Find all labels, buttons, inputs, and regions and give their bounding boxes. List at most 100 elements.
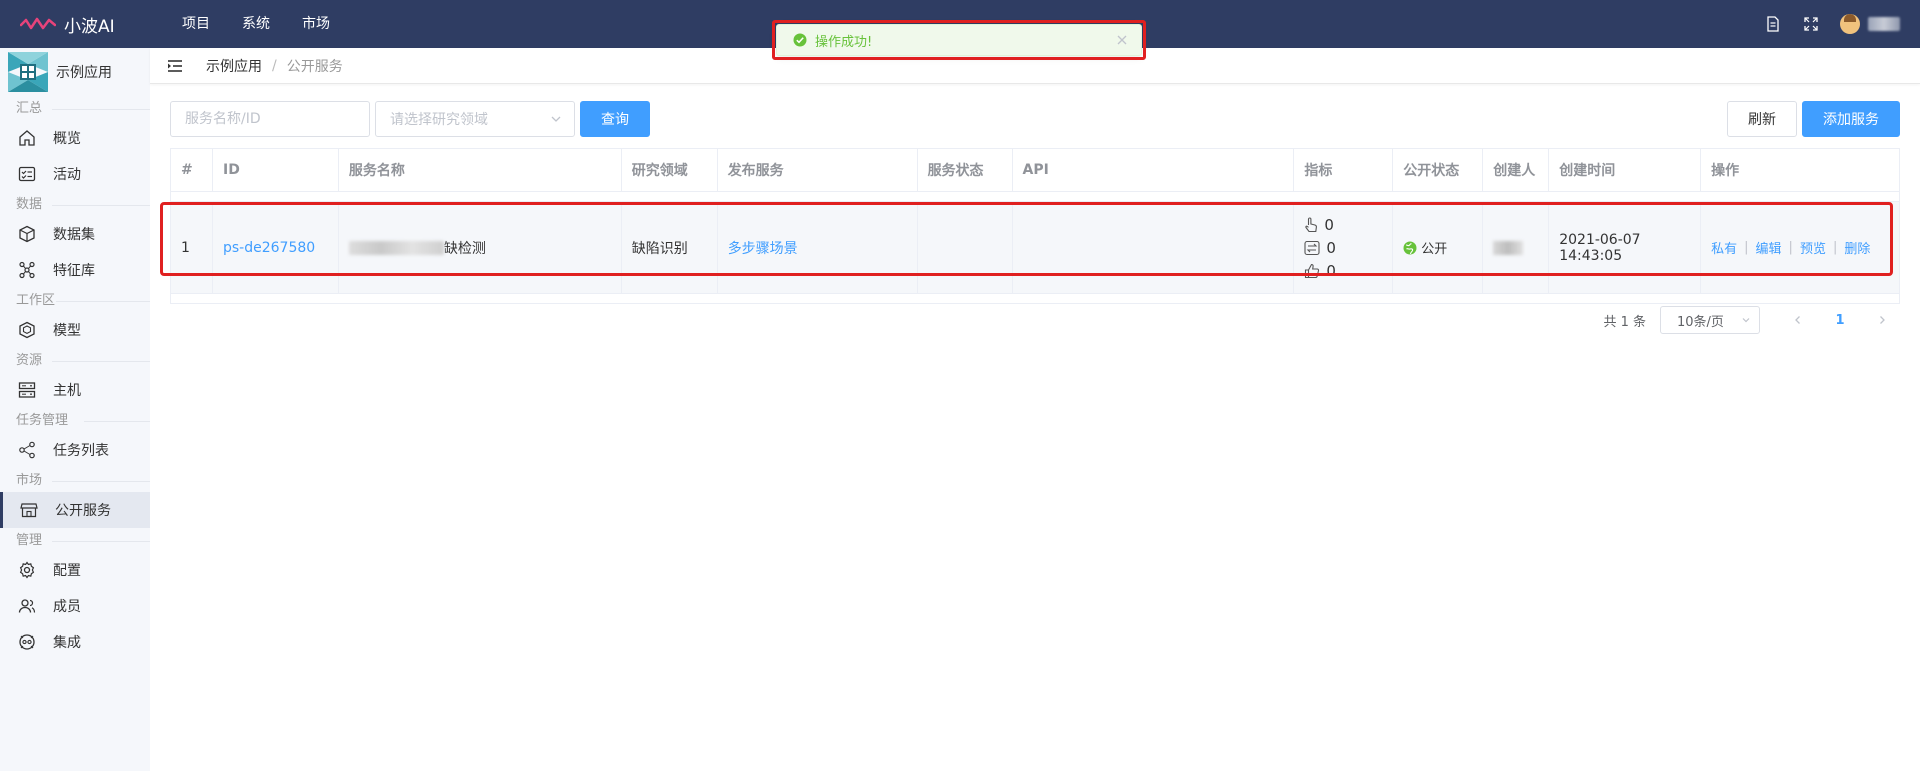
chevron-right-icon — [1880, 316, 1885, 324]
document-icon[interactable] — [1764, 15, 1782, 33]
col-header-index: # — [171, 149, 213, 192]
sidebar: 示例应用 汇总 概览 活动 数据 数据集 特征库 工作区 模型 资源 主机 任务… — [0, 48, 150, 771]
prev-page-button[interactable] — [1782, 306, 1814, 334]
add-service-button[interactable]: 添加服务 — [1802, 101, 1900, 137]
top-right-tools — [1744, 0, 1900, 48]
nav-item-market[interactable]: 市场 — [286, 0, 346, 48]
close-icon[interactable] — [1115, 33, 1129, 47]
group-title-summary: 汇总 — [0, 98, 150, 120]
app-title: 小波AI — [64, 16, 115, 37]
chevron-left-icon — [1795, 316, 1800, 324]
group-title-data: 数据 — [0, 194, 150, 216]
network-icon — [18, 261, 36, 279]
col-header-publish: 发布服务 — [717, 149, 918, 192]
nav-item-project[interactable]: 项目 — [166, 0, 226, 48]
col-header-name: 服务名称 — [338, 149, 622, 192]
ops-separator: | — [1788, 240, 1793, 255]
store-icon — [20, 501, 38, 519]
top-nav: 项目 系统 市场 — [166, 0, 346, 48]
services-table: # ID 服务名称 研究领域 发布服务 服务状态 API 指标 公开状态 创建人… — [170, 148, 1900, 304]
sidebar-item-label: 数据集 — [53, 227, 95, 243]
breadcrumb-app[interactable]: 示例应用 — [206, 56, 262, 76]
breadcrumb-current: 公开服务 — [286, 58, 343, 75]
sidebar-item-label: 特征库 — [53, 263, 95, 279]
sidebar-item-hosts[interactable]: 主机 — [0, 372, 150, 408]
wave-logo-icon — [20, 17, 56, 30]
model-cube-icon — [18, 321, 36, 339]
service-name-blurred — [348, 240, 444, 255]
cell-id: ps-de267580 — [212, 202, 339, 294]
cell-publish: 多步骤场景 — [717, 202, 918, 294]
col-header-metrics: 指标 — [1294, 149, 1394, 192]
col-header-creator: 创建人 — [1483, 149, 1550, 192]
nav-item-system[interactable]: 系统 — [226, 0, 286, 48]
sidebar-item-members[interactable]: 成员 — [0, 588, 150, 624]
service-id-link[interactable]: ps-de267580 — [223, 240, 315, 256]
avatar[interactable] — [1840, 14, 1860, 34]
preview-link[interactable]: 预览 — [1800, 238, 1826, 257]
publish-service-link[interactable]: 多步骤场景 — [728, 238, 798, 258]
service-search-input[interactable] — [170, 101, 370, 137]
username-blurred[interactable] — [1868, 17, 1900, 31]
cell-status — [917, 202, 1013, 294]
app-logo-icon — [8, 52, 48, 92]
service-name-suffix: 缺检测 — [443, 240, 486, 257]
group-title-workspace: 工作区 — [0, 290, 150, 312]
page-size-value: 10条/页 — [1677, 314, 1724, 330]
metric-clicks-value: 0 — [1324, 215, 1334, 234]
integration-icon — [18, 633, 36, 651]
cell-public-status: 公开 — [1393, 202, 1484, 294]
sidebar-item-label: 配置 — [53, 563, 81, 579]
group-title-market: 市场 — [0, 470, 150, 492]
sidebar-item-label: 概览 — [53, 131, 81, 147]
sidebar-item-activity[interactable]: 活动 — [0, 156, 150, 192]
sidebar-item-overview[interactable]: 概览 — [0, 120, 150, 156]
col-header-api: API — [1012, 149, 1295, 192]
cell-creator — [1483, 202, 1550, 294]
breadcrumb-separator: / — [272, 57, 277, 74]
fullscreen-icon[interactable] — [1802, 15, 1820, 33]
sidebar-item-feature-store[interactable]: 特征库 — [0, 252, 150, 288]
table-spacer — [171, 294, 1900, 304]
col-header-created-at: 创建时间 — [1549, 149, 1702, 192]
sidebar-item-settings[interactable]: 配置 — [0, 552, 150, 588]
metric-likes-value: 0 — [1326, 261, 1336, 280]
menu-fold-icon[interactable] — [166, 57, 184, 75]
logo[interactable]: 小波AI — [20, 12, 146, 37]
share-nodes-icon — [18, 441, 36, 459]
make-private-link[interactable]: 私有 — [1711, 238, 1737, 257]
chevron-down-icon — [551, 116, 561, 122]
gear-icon — [18, 561, 36, 579]
sidebar-app-header[interactable]: 示例应用 — [0, 48, 150, 96]
home-icon — [18, 129, 36, 147]
creator-blurred — [1493, 240, 1524, 255]
sidebar-app-name: 示例应用 — [56, 65, 112, 81]
sidebar-item-public-services[interactable]: 公开服务 — [0, 492, 150, 528]
cell-domain: 缺陷识别 — [621, 202, 718, 294]
pagination: 共 1 条 10条/页 1 — [1603, 306, 1900, 334]
col-header-status: 服务状态 — [917, 149, 1013, 192]
page-number-current[interactable]: 1 — [1824, 306, 1856, 334]
sidebar-item-label: 公开服务 — [55, 503, 111, 519]
next-page-button[interactable] — [1866, 306, 1898, 334]
success-toast: 操作成功! — [776, 24, 1142, 56]
public-status: 公开 — [1403, 238, 1447, 257]
sidebar-item-label: 成员 — [53, 599, 81, 615]
thumbs-up-icon — [1305, 263, 1320, 278]
page-size-select[interactable]: 10条/页 — [1660, 306, 1760, 334]
refresh-button[interactable]: 刷新 — [1727, 101, 1797, 137]
sidebar-item-integration[interactable]: 集成 — [0, 624, 150, 660]
sidebar-item-task-list[interactable]: 任务列表 — [0, 432, 150, 468]
sidebar-item-label: 模型 — [53, 323, 81, 339]
metric-likes: 0 — [1304, 259, 1336, 282]
research-domain-select[interactable]: 请选择研究领域 — [375, 101, 575, 137]
sidebar-item-datasets[interactable]: 数据集 — [0, 216, 150, 252]
cell-api — [1012, 202, 1295, 294]
edit-link[interactable]: 编辑 — [1756, 238, 1782, 257]
sidebar-item-models[interactable]: 模型 — [0, 312, 150, 348]
delete-link[interactable]: 删除 — [1844, 238, 1870, 257]
cell-metrics: 0 0 0 — [1294, 202, 1394, 294]
query-button[interactable]: 查询 — [580, 101, 650, 137]
metric-calls-value: 0 — [1326, 238, 1336, 257]
group-title-management: 管理 — [0, 530, 150, 552]
